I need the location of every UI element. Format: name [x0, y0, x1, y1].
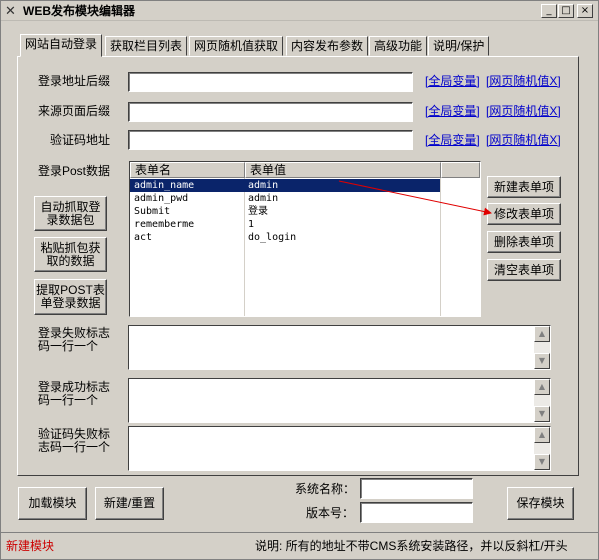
random-val-link-2[interactable]: [网页随机值X]: [486, 104, 561, 118]
captcha-fail-textarea[interactable]: ▲ ▼: [128, 426, 551, 471]
version-label: 版本号：: [306, 506, 355, 520]
referer-label: 来源页面后缀: [38, 104, 111, 118]
global-var-link-3[interactable]: [全局变量]: [425, 133, 480, 147]
extract-post-button[interactable]: 提取POST表 单登录数据: [34, 279, 107, 315]
table-header: 表单名 表单值: [130, 162, 480, 178]
global-var-link-2[interactable]: [全局变量]: [425, 104, 480, 118]
global-var-link-1[interactable]: [全局变量]: [425, 74, 480, 88]
captcha-url-label: 验证码地址: [50, 133, 111, 147]
table-row[interactable]: admin_name admin: [130, 179, 480, 192]
scroll-up-icon[interactable]: ▲: [534, 427, 550, 443]
random-val-link-3[interactable]: [网页随机值X]: [486, 133, 561, 147]
fail-flag-textarea[interactable]: ▲ ▼: [128, 325, 551, 370]
table-row[interactable]: Submit 登录: [130, 205, 480, 218]
post-data-label: 登录Post数据: [38, 164, 111, 178]
table-row[interactable]: admin_pwd admin: [130, 192, 480, 205]
system-name-input[interactable]: [360, 478, 473, 499]
row-name: admin_name: [130, 179, 244, 192]
scroll-down-icon[interactable]: ▼: [534, 406, 550, 422]
new-item-button[interactable]: 新建表单项: [487, 176, 561, 198]
system-name-label: 系统名称：: [295, 482, 356, 496]
random-val-link-1[interactable]: [网页随机值X]: [486, 74, 561, 88]
row-value: admin: [248, 193, 279, 204]
auto-capture-button[interactable]: 自动抓取登 录数据包: [34, 196, 107, 231]
header-form-name[interactable]: 表单名: [130, 162, 245, 178]
captcha-fail-label: 验证码失败标 志码一行一个: [38, 427, 111, 454]
row-value: do_login: [248, 232, 297, 243]
scroll-up-icon[interactable]: ▲: [534, 326, 550, 342]
version-input[interactable]: [360, 502, 473, 523]
login-url-input[interactable]: [128, 72, 413, 92]
header-form-value[interactable]: 表单值: [245, 162, 441, 178]
table-row[interactable]: rememberme 1: [130, 218, 480, 231]
editor-window: ✕ WEB发布模块编辑器 _ □ × 网站自动登录 获取栏目列表 网页随机值获取…: [0, 0, 599, 560]
row-value: 登录: [248, 206, 268, 217]
new-reset-button[interactable]: 新建/重置: [95, 487, 164, 520]
row-spare: [440, 179, 480, 192]
row-name: rememberme: [134, 219, 195, 230]
vertical-scrollbar[interactable]: ▲ ▼: [534, 326, 550, 369]
scroll-up-icon[interactable]: ▲: [534, 379, 550, 395]
row-name: act: [134, 232, 153, 243]
captcha-url-input[interactable]: [128, 130, 413, 150]
paste-capture-button[interactable]: 粘贴抓包获 取的数据: [34, 237, 107, 272]
row-name: admin_pwd: [134, 193, 189, 204]
login-url-label: 登录地址后缀: [38, 74, 111, 88]
row-value: 1: [248, 219, 255, 230]
fail-flag-label: 登录失败标志 码一行一个: [38, 326, 111, 353]
success-flag-textarea[interactable]: ▲ ▼: [128, 378, 551, 423]
scroll-down-icon[interactable]: ▼: [534, 353, 550, 369]
table-row[interactable]: act do_login: [130, 231, 480, 244]
success-flag-label: 登录成功标志 码一行一个: [38, 380, 111, 407]
row-name: Submit: [134, 206, 171, 217]
post-data-table[interactable]: 表单名 表单值 admin_name admin admin_pwd admin…: [129, 161, 481, 317]
edit-item-button[interactable]: 修改表单项: [487, 203, 561, 225]
header-spare: [441, 162, 480, 178]
save-module-button[interactable]: 保存模块: [507, 487, 574, 520]
vertical-scrollbar[interactable]: ▲ ▼: [534, 379, 550, 422]
delete-item-button[interactable]: 删除表单项: [487, 231, 561, 253]
load-module-button[interactable]: 加载模块: [18, 487, 87, 520]
clear-items-button[interactable]: 清空表单项: [487, 259, 561, 281]
referer-input[interactable]: [128, 102, 413, 122]
scroll-down-icon[interactable]: ▼: [534, 454, 550, 470]
row-value: admin: [244, 179, 440, 192]
vertical-scrollbar[interactable]: ▲ ▼: [534, 427, 550, 470]
